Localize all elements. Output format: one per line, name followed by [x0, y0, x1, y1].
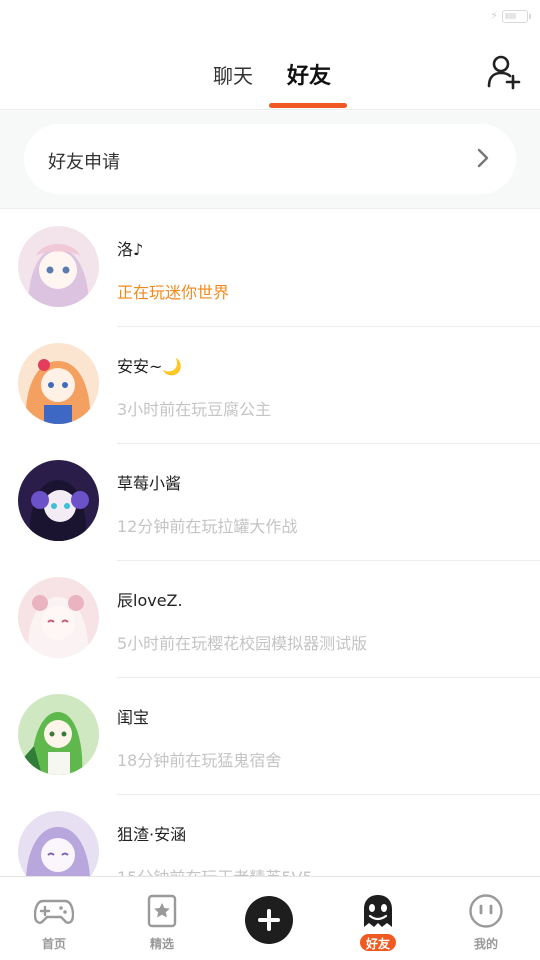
avatar[interactable] — [18, 343, 99, 424]
friend-name: 辰loveZ. — [117, 591, 183, 610]
avatar[interactable] — [18, 694, 99, 775]
nav-profile[interactable]: 我的 — [432, 877, 540, 960]
avatar[interactable] — [18, 460, 99, 541]
friend-row[interactable]: 洛♪ 正在玩迷你世界 — [0, 210, 540, 327]
tab-friends[interactable]: 好友 — [287, 58, 331, 90]
plus-icon[interactable] — [245, 896, 293, 944]
star-bookmark-icon — [142, 893, 182, 929]
friend-status: 3小时前在玩豆腐公主 — [117, 400, 272, 419]
chevron-right-icon — [476, 147, 490, 173]
friend-row[interactable]: 辰loveZ. 5小时前在玩樱花校园模拟器测试版 — [0, 561, 540, 678]
ghost-icon — [358, 893, 398, 929]
friend-name: 草莓小酱 — [117, 474, 182, 493]
friend-row[interactable]: 安安~🌙 3小时前在玩豆腐公主 — [0, 327, 540, 444]
friend-request-label: 好友申请 — [48, 152, 120, 173]
battery-icon — [502, 10, 531, 23]
friend-row[interactable]: 狙渣·安涵 15分钟前在玩王者精英5V5 — [0, 795, 540, 876]
nav-label-home: 首页 — [41, 937, 66, 951]
friend-status: 12分钟前在玩拉罐大作战 — [117, 517, 298, 536]
avatar[interactable] — [18, 577, 99, 658]
friend-name: 闺宝 — [117, 708, 150, 727]
friend-list: 洛♪ 正在玩迷你世界 安安~🌙 3小时前在玩豆腐公主 草莓小酱 12分钟前在玩拉… — [0, 210, 540, 876]
tab-chat[interactable]: 聊天 — [213, 60, 253, 89]
friend-name: 洛♪ — [117, 240, 144, 259]
nav-home[interactable]: 首页 — [0, 877, 108, 960]
friend-name: 安安~🌙 — [117, 357, 183, 376]
bottom-nav: 首页 精选 好友 我的 — [0, 876, 540, 960]
avatar[interactable] — [18, 811, 99, 876]
nav-label-featured: 精选 — [149, 937, 174, 951]
nav-friends[interactable]: 好友 — [324, 877, 432, 960]
face-icon — [466, 893, 506, 929]
friend-status: 5小时前在玩樱花校园模拟器测试版 — [117, 634, 368, 653]
battery-level — [505, 13, 516, 19]
friend-row[interactable]: 草莓小酱 12分钟前在玩拉罐大作战 — [0, 444, 540, 561]
nav-label-profile: 我的 — [473, 937, 498, 951]
tab-indicator — [269, 103, 347, 108]
nav-featured[interactable]: 精选 — [108, 877, 216, 960]
avatar[interactable] — [18, 226, 99, 307]
friend-request-section: 好友申请 — [0, 111, 540, 209]
header: 聊天 好友 — [0, 36, 540, 110]
charging-icon: ⚡ — [490, 9, 498, 22]
gamepad-icon — [33, 893, 75, 929]
nav-label-friends: 好友 — [365, 937, 390, 951]
add-user-icon[interactable] — [486, 54, 522, 90]
status-bar: ⚡ — [0, 0, 540, 36]
friend-status: 15分钟前在玩王者精英5V5 — [117, 864, 313, 876]
friend-status: 正在玩迷你世界 — [117, 283, 230, 302]
friend-row[interactable]: 闺宝 18分钟前在玩猛鬼宿舍 — [0, 678, 540, 795]
friend-request-button[interactable]: 好友申请 — [24, 124, 516, 194]
friend-status: 18分钟前在玩猛鬼宿舍 — [117, 751, 282, 770]
friend-name: 狙渣·安涵 — [117, 825, 187, 844]
